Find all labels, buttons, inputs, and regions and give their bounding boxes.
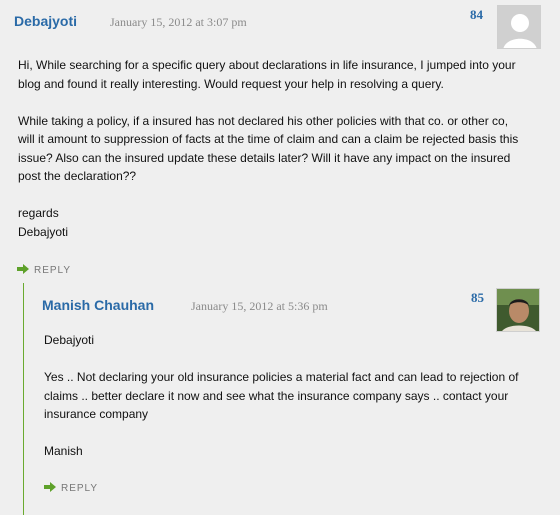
- comment-paragraph: Yes .. Not declaring your old insurance …: [44, 370, 519, 421]
- comment-number[interactable]: 85: [471, 290, 484, 306]
- comment-paragraph: Hi, While searching for a specific query…: [18, 58, 516, 91]
- reply-arrow-icon: [44, 482, 61, 495]
- comment-paragraph: Debajyoti: [44, 333, 95, 347]
- comment-author-link[interactable]: Debajyoti: [14, 13, 77, 29]
- comment-paragraph: While taking a policy, if a insured has …: [18, 113, 519, 184]
- reply-link[interactable]: REPLY: [17, 264, 71, 277]
- comment-body: Debajyoti Yes .. Not declaring your old …: [44, 331, 524, 479]
- comment-date[interactable]: January 15, 2012 at 5:36 pm: [191, 299, 328, 314]
- comment-signoff: regards Debajyoti: [18, 204, 528, 241]
- comment-paragraph: Manish: [44, 444, 83, 458]
- comment-author-link[interactable]: Manish Chauhan: [42, 297, 154, 313]
- reply-label[interactable]: REPLY: [61, 483, 98, 494]
- reply-link[interactable]: REPLY: [44, 482, 98, 495]
- user-photo-avatar: [496, 288, 540, 332]
- comment-85: Manish Chauhan January 15, 2012 at 5:36 …: [23, 283, 560, 515]
- comment-date[interactable]: January 15, 2012 at 3:07 pm: [110, 15, 247, 30]
- reply-label[interactable]: REPLY: [34, 265, 71, 276]
- signoff-line: Debajyoti: [18, 224, 69, 239]
- reply-arrow-icon: [17, 264, 34, 277]
- comment-number[interactable]: 84: [470, 7, 483, 23]
- signoff-line: regards: [18, 206, 59, 220]
- default-avatar-icon: [497, 5, 541, 49]
- comment-body: Hi, While searching for a specific query…: [18, 56, 528, 241]
